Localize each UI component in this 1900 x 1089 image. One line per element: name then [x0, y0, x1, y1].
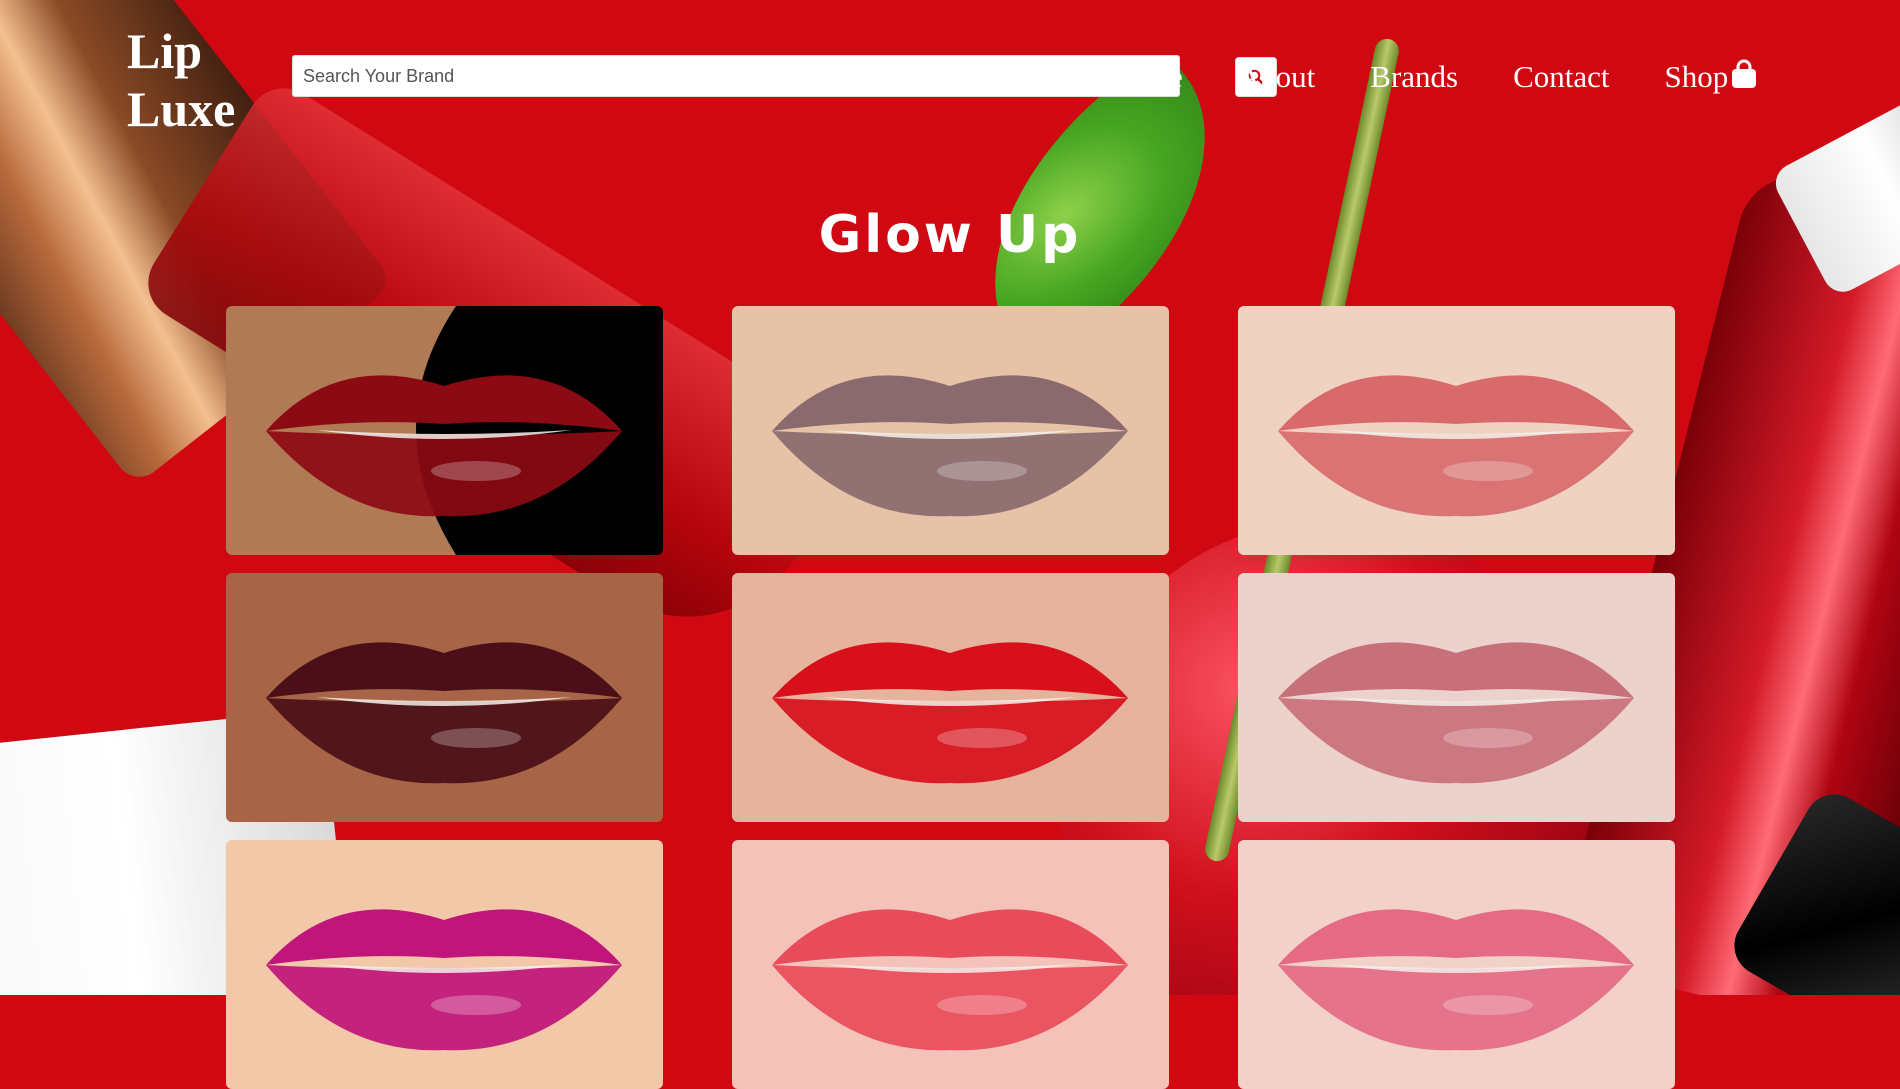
gallery-card-coral-pink-lips[interactable] [1238, 306, 1675, 555]
lip-gallery-grid [226, 306, 1675, 1089]
gallery-card-nude-lips-applying-lipstick[interactable] [1238, 573, 1675, 822]
gallery-card-plum-lips-with-lipstick[interactable] [226, 573, 663, 822]
nav-link-about[interactable]: About [1238, 58, 1316, 96]
lips-photo [732, 573, 1169, 822]
lips-photo [1238, 573, 1675, 822]
brand-logo[interactable]: Lip Luxe [127, 22, 235, 138]
lips-photo [1238, 840, 1675, 1089]
gallery-card-pink-lips[interactable] [1238, 840, 1675, 1089]
nav-shop-label: Shop [1664, 59, 1729, 94]
shopping-bag-icon [1732, 59, 1757, 88]
logo-line-1: Lip [127, 23, 203, 79]
gallery-card-coral-red-lips[interactable] [732, 840, 1169, 1089]
gallery-card-glossy-dark-red-lips[interactable] [226, 306, 663, 555]
nav-link-home[interactable]: Home [1107, 58, 1183, 96]
main-nav: Home About Brands Contact Shop [1107, 58, 1758, 96]
search-bar [292, 55, 1277, 97]
lips-photo [226, 573, 663, 822]
nav-link-brands[interactable]: Brands [1370, 58, 1458, 96]
lips-photo [226, 306, 663, 555]
nav-link-contact[interactable]: Contact [1513, 58, 1609, 96]
logo-line-2: Luxe [127, 81, 236, 137]
gallery-card-mauve-matte-lips[interactable] [732, 306, 1169, 555]
gallery-card-red-lips-holding-lipstick[interactable] [732, 573, 1169, 822]
lips-photo [1238, 306, 1675, 555]
lips-photo [226, 840, 663, 1089]
gallery-card-magenta-lips[interactable] [226, 840, 663, 1089]
lips-photo [732, 840, 1169, 1089]
page-title: Glow Up [818, 205, 1082, 265]
nav-link-shop[interactable]: Shop [1665, 58, 1759, 96]
lips-photo [732, 306, 1169, 555]
search-input[interactable] [292, 55, 1180, 97]
